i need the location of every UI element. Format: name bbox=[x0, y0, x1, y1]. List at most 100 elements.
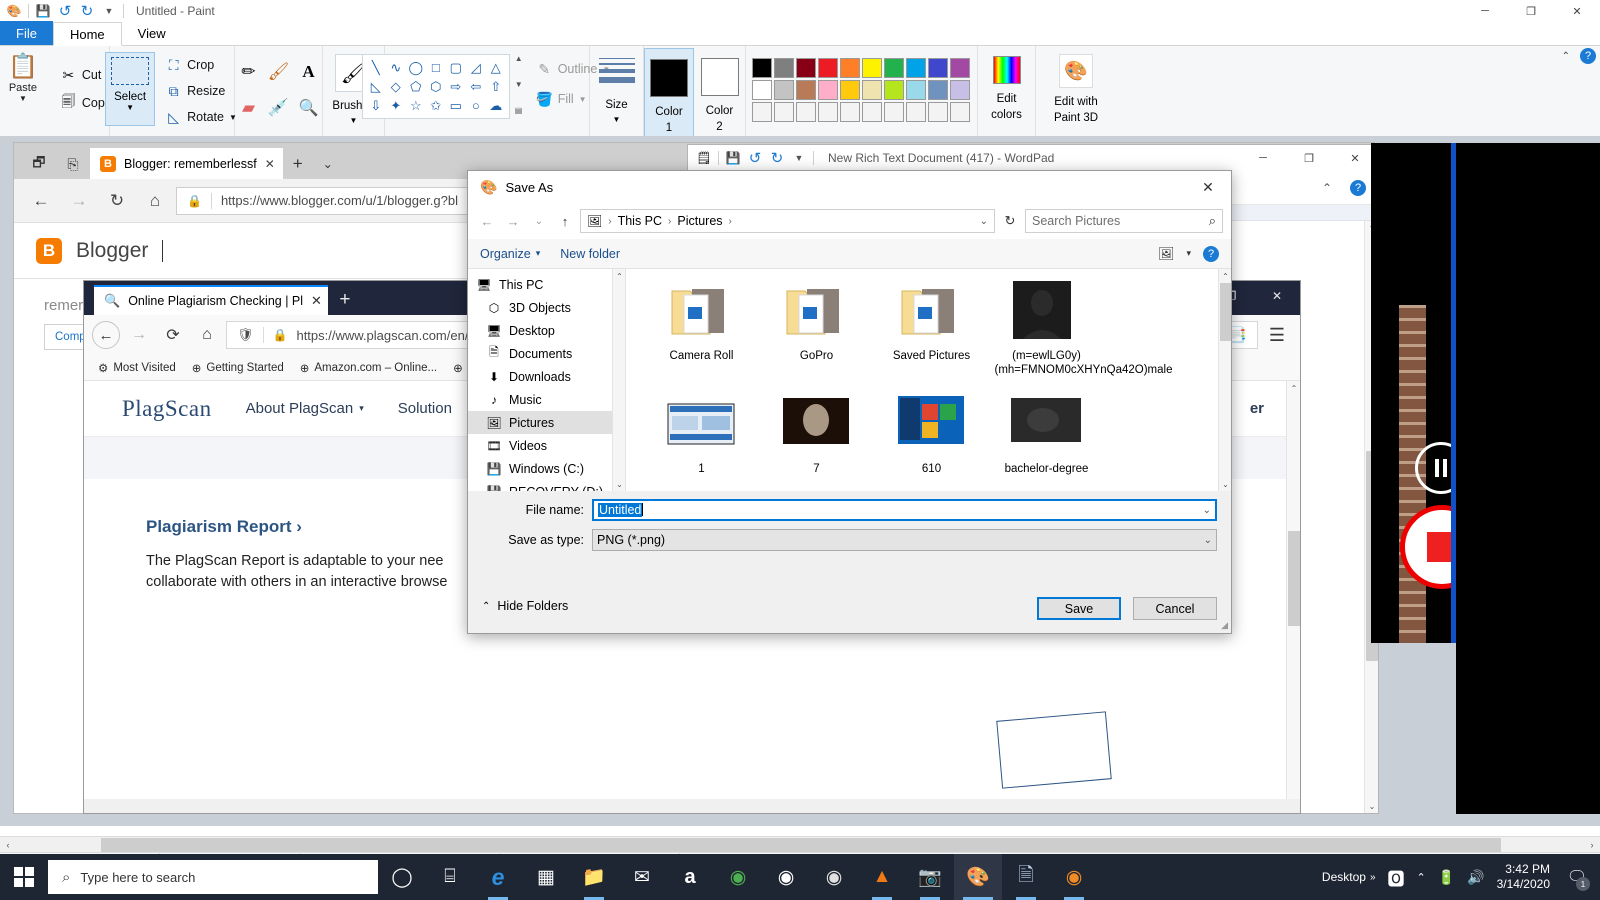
refresh-icon[interactable]: ↻ bbox=[999, 209, 1021, 233]
tab-preview-icon[interactable]: 🗗 bbox=[22, 149, 56, 179]
scroll-up-icon[interactable]: ▲ bbox=[515, 54, 523, 63]
shape-five-point-star-icon[interactable]: ☆ bbox=[406, 96, 426, 115]
back-icon[interactable]: ← bbox=[476, 209, 498, 233]
nav-item-recovery-d[interactable]: 💾RECOVERY (D:) bbox=[468, 480, 612, 492]
reload-icon[interactable]: ⟳ bbox=[158, 321, 188, 349]
close-icon[interactable]: ✕ bbox=[265, 157, 275, 171]
scroll-left-icon[interactable]: ‹ bbox=[0, 840, 16, 850]
shapes-gallery[interactable]: ╲ ∿ ◯ □ ▢ ◿ △ ◺ ◇ ⬠ ⬡ ⇨ ⇦ ⇧ ⇩ ✦ ☆ ✩ ▭ ○ … bbox=[361, 54, 510, 119]
palette-color-0-1[interactable] bbox=[774, 58, 794, 78]
redo-icon[interactable]: ↻ bbox=[79, 3, 95, 19]
close-button[interactable]: ✕ bbox=[1554, 0, 1600, 22]
forward-icon[interactable]: → bbox=[124, 321, 154, 349]
color2-swatch[interactable] bbox=[700, 58, 739, 96]
palette-color-0-0[interactable] bbox=[752, 58, 772, 78]
taskbar-search-box[interactable]: ⌕ Type here to search bbox=[48, 860, 378, 894]
tab-file[interactable]: File bbox=[0, 21, 53, 45]
rotate-button[interactable]: ◺ Rotate ▼ bbox=[163, 106, 239, 128]
nav-item-music[interactable]: ♪ Music bbox=[468, 388, 612, 411]
file-list[interactable]: Camera Roll GoPro Saved Pictures (m=ewlLG0y… bbox=[626, 269, 1218, 491]
set-aside-tabs-icon[interactable]: ⎘ bbox=[56, 149, 90, 179]
up-icon[interactable]: ↑ bbox=[554, 209, 576, 233]
color1-button[interactable]: Color 1 bbox=[644, 48, 694, 137]
firefox-vertical-scrollbar[interactable]: ⌃ bbox=[1286, 381, 1300, 799]
vlc-icon[interactable]: ▲ bbox=[858, 854, 906, 900]
bookmark-most-visited[interactable]: ⚙ Most Visited bbox=[98, 361, 176, 375]
help-icon[interactable]: ? bbox=[1350, 179, 1366, 196]
palette-color-1-9[interactable] bbox=[950, 80, 970, 100]
scroll-down-icon[interactable]: ⌄ bbox=[613, 477, 626, 491]
maximize-button[interactable]: ❐ bbox=[1508, 0, 1554, 22]
edge-icon[interactable]: e bbox=[474, 854, 522, 900]
firefox-horizontal-scrollbar[interactable] bbox=[84, 799, 1300, 813]
file-item[interactable]: 610 bbox=[874, 394, 989, 476]
file-item[interactable]: 7 bbox=[759, 394, 874, 476]
firefox-icon[interactable]: ◉ bbox=[1050, 854, 1098, 900]
resize-grip[interactable]: ◢ bbox=[1221, 620, 1228, 631]
chevron-up-icon[interactable]: ⌃ bbox=[1417, 871, 1426, 884]
home-icon[interactable]: ⌂ bbox=[138, 186, 172, 216]
undo-icon[interactable]: ↺ bbox=[57, 3, 73, 19]
nav-solution[interactable]: Solution bbox=[398, 400, 452, 417]
shape-callout-rect-icon[interactable]: ▭ bbox=[446, 96, 466, 115]
magnifier-icon[interactable]: 🔍 bbox=[296, 98, 322, 118]
palette-custom-6[interactable] bbox=[884, 102, 904, 122]
breadcrumb-this-pc[interactable]: This PC bbox=[618, 214, 662, 228]
plagscan-logo[interactable]: PlagScan bbox=[122, 396, 212, 422]
shape-curve-icon[interactable]: ∿ bbox=[386, 58, 406, 77]
chevron-down-icon[interactable]: ⌄ bbox=[313, 149, 343, 179]
paint-horizontal-scrollbar[interactable]: ‹ › bbox=[0, 836, 1600, 853]
camera-app-icon[interactable]: ◉ bbox=[762, 854, 810, 900]
scroll-up-icon[interactable]: ⌃ bbox=[1287, 381, 1300, 395]
close-button[interactable]: ✕ bbox=[1185, 171, 1231, 203]
amazon-icon[interactable]: a bbox=[666, 854, 714, 900]
clock[interactable]: 3:42 PM 3/14/2020 bbox=[1497, 862, 1550, 892]
shape-polygon-icon[interactable]: ◿ bbox=[466, 58, 486, 77]
palette-custom-1[interactable] bbox=[774, 102, 794, 122]
search-icon[interactable]: ⌕ bbox=[1209, 213, 1216, 229]
customize-quick-access-icon[interactable]: ▼ bbox=[791, 150, 807, 166]
chevron-down-icon[interactable]: ⌄ bbox=[1204, 535, 1212, 546]
help-icon[interactable]: ? bbox=[1580, 48, 1596, 64]
cortana-icon[interactable]: ◯ bbox=[378, 854, 426, 900]
undo-icon[interactable]: ↺ bbox=[747, 150, 763, 166]
home-icon[interactable]: ⌂ bbox=[192, 321, 222, 349]
breadcrumb-pictures[interactable]: Pictures bbox=[677, 214, 722, 228]
tray-app-alert-icon[interactable]: 🅾 bbox=[1388, 865, 1405, 890]
fill-icon[interactable]: 🖌 bbox=[266, 62, 292, 82]
back-icon[interactable]: ← bbox=[24, 186, 58, 216]
edge-tab-blogger[interactable]: B Blogger: rememberlessf ✕ bbox=[90, 148, 283, 179]
file-item[interactable]: (m=ewlLG0y)(mh=FMNOM0cXHYnQa42O)male bbox=[989, 281, 1172, 378]
palette-color-1-2[interactable] bbox=[796, 80, 816, 100]
file-name-input[interactable]: Untitled ⌄ bbox=[592, 499, 1217, 521]
text-icon[interactable]: A bbox=[296, 62, 322, 82]
battery-icon[interactable]: 🔋 bbox=[1438, 869, 1455, 886]
new-folder-button[interactable]: New folder bbox=[560, 247, 620, 261]
palette-color-1-7[interactable] bbox=[906, 80, 926, 100]
shape-triangle-icon[interactable]: △ bbox=[486, 58, 506, 77]
search-pictures-input[interactable]: Search Pictures ⌕ bbox=[1025, 209, 1223, 233]
nav-item-pictures[interactable]: 🖼 Pictures bbox=[468, 411, 612, 434]
select-button[interactable]: Select ▼ bbox=[105, 52, 156, 126]
action-center-button[interactable]: 🗨 1 bbox=[1562, 854, 1592, 900]
hscroll-track[interactable] bbox=[16, 836, 1584, 853]
nav-item-3d-objects[interactable]: ⬡ 3D Objects bbox=[468, 296, 612, 319]
close-icon[interactable]: ✕ bbox=[311, 293, 322, 309]
save-as-type-select[interactable]: PNG (*.png) ⌄ bbox=[592, 529, 1217, 551]
eraser-icon[interactable]: ▰ bbox=[236, 98, 262, 118]
file-list-scroll-thumb[interactable] bbox=[1220, 283, 1231, 341]
menu-icon[interactable]: ☰ bbox=[1262, 321, 1292, 349]
shape-diamond-icon[interactable]: ◇ bbox=[386, 77, 406, 96]
shape-hexagon-icon[interactable]: ⬡ bbox=[426, 77, 446, 96]
palette-custom-4[interactable] bbox=[840, 102, 860, 122]
save-button[interactable]: Save bbox=[1037, 597, 1121, 620]
scroll-down-icon[interactable]: ⌄ bbox=[1219, 477, 1232, 491]
shape-pentagon-icon[interactable]: ⬠ bbox=[406, 77, 426, 96]
view-layout-icon[interactable]: 🖼 bbox=[1158, 246, 1175, 262]
wordpad-icon[interactable]: 🗎 bbox=[1002, 854, 1050, 900]
back-icon[interactable]: ← bbox=[92, 321, 120, 349]
firefox-tab-plagscan[interactable]: 🔍 Online Plagiarism Checking | Pl ✕ bbox=[94, 285, 328, 315]
cancel-button[interactable]: Cancel bbox=[1133, 597, 1217, 620]
new-tab-button[interactable]: + bbox=[283, 149, 313, 179]
shape-ellipse-icon[interactable]: ◯ bbox=[406, 58, 426, 77]
